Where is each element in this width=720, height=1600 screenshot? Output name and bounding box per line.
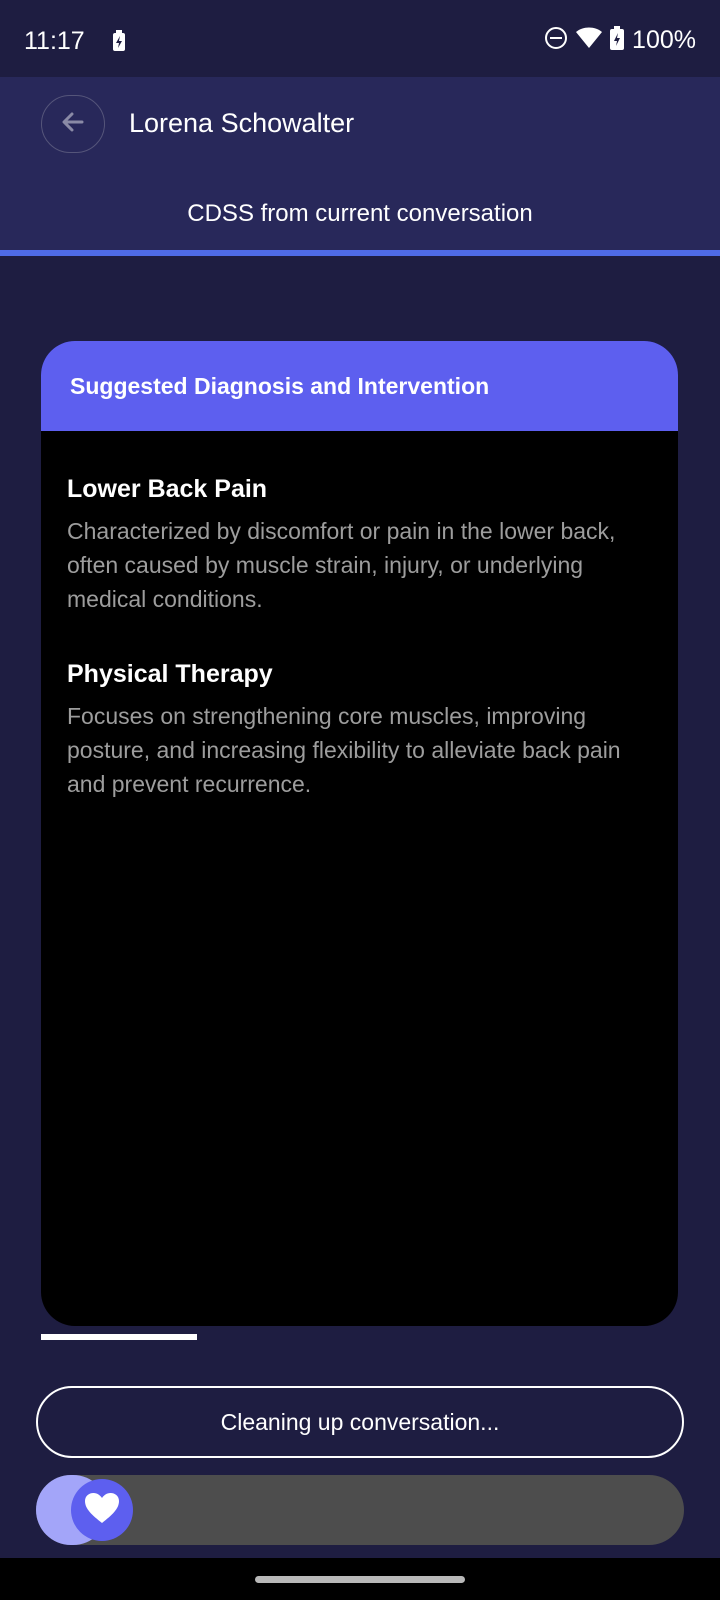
cleaning-status-button[interactable]: Cleaning up conversation... bbox=[36, 1386, 684, 1458]
battery-charging-icon bbox=[112, 30, 126, 57]
battery-percentage: 100% bbox=[632, 26, 696, 54]
tab-indicator bbox=[0, 250, 720, 256]
card-header: Suggested Diagnosis and Intervention bbox=[41, 341, 678, 431]
diagnosis-item: Lower Back Pain Characterized by discomf… bbox=[67, 475, 652, 616]
intervention-description: Focuses on strengthening core muscles, i… bbox=[67, 703, 621, 797]
back-button[interactable] bbox=[41, 95, 105, 153]
status-icons: 100% bbox=[544, 26, 696, 55]
arrow-left-icon bbox=[60, 109, 86, 140]
do-not-disturb-icon bbox=[544, 26, 568, 55]
wifi-icon bbox=[576, 27, 603, 54]
diagnosis-description: Characterized by discomfort or pain in t… bbox=[67, 518, 616, 612]
page-indicator bbox=[41, 1334, 197, 1340]
home-handle[interactable] bbox=[255, 1576, 465, 1583]
patient-name: Lorena Schowalter bbox=[129, 108, 355, 138]
card-body: Lower Back Pain Characterized by discomf… bbox=[41, 431, 678, 801]
intervention-title: Physical Therapy bbox=[67, 660, 273, 688]
status-time: 11:17 bbox=[24, 27, 85, 55]
status-bar: 11:17 100% bbox=[0, 0, 720, 77]
diagnosis-title: Lower Back Pain bbox=[67, 475, 268, 503]
battery-icon bbox=[610, 26, 625, 55]
diagnosis-card: Suggested Diagnosis and Intervention Low… bbox=[41, 341, 678, 1326]
intervention-item: Physical Therapy Focuses on strengthenin… bbox=[67, 660, 652, 801]
heart-icon bbox=[83, 1491, 121, 1530]
slider-thumb[interactable] bbox=[71, 1479, 133, 1541]
slider-track[interactable] bbox=[36, 1475, 684, 1545]
tab-cdss[interactable]: CDSS from current conversation bbox=[0, 200, 720, 228]
